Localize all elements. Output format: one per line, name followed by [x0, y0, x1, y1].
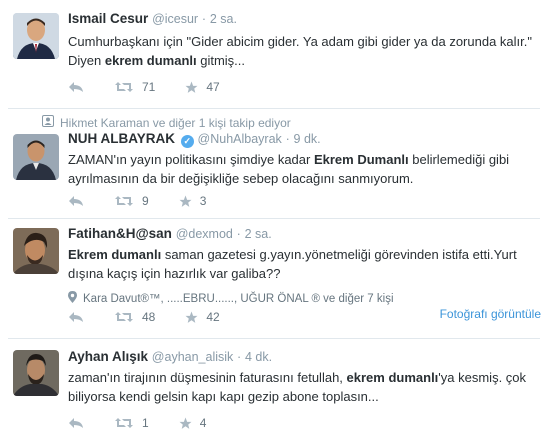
- separator-dot: ·: [201, 12, 207, 26]
- favorite-count: 4: [199, 416, 207, 430]
- location-pin-icon: [68, 291, 77, 306]
- keyword-highlight[interactable]: ekrem dumanlı: [105, 53, 197, 68]
- tweet-content: Fatihan&H@san @dexmod · 2 sa. Ekrem duma…: [68, 225, 541, 306]
- avatar-image: [13, 350, 59, 396]
- avatar-image: [13, 134, 59, 180]
- view-photo-link[interactable]: Fotoğrafı görüntüle: [440, 307, 541, 321]
- tweet-item[interactable]: Fatihan&H@san @dexmod · 2 sa. Ekrem duma…: [0, 218, 555, 338]
- divider: [8, 108, 540, 109]
- keyword-highlight[interactable]: ekrem dumanlı: [347, 370, 439, 385]
- tweet-header: Ismail Cesur @icesur · 2 sa.: [68, 10, 541, 28]
- user-handle[interactable]: @icesur: [152, 12, 198, 26]
- tweet-text: Ekrem dumanlı saman gazetesi g.yayın.yön…: [68, 245, 541, 283]
- favorite-button[interactable]: 42: [185, 310, 220, 324]
- star-icon: [185, 81, 198, 94]
- tweet-content: NUH ALBAYRAK ✓ @NuhAlbayrak · 9 dk. ZAMA…: [68, 130, 541, 188]
- favorite-button[interactable]: 47: [185, 80, 220, 94]
- reply-icon: [68, 311, 84, 323]
- user-handle[interactable]: @NuhAlbayrak: [198, 132, 282, 146]
- verified-badge-icon: ✓: [180, 135, 194, 148]
- tweet-header: NUH ALBAYRAK ✓ @NuhAlbayrak · 9 dk.: [68, 130, 541, 148]
- user-handle[interactable]: @ayhan_alisik: [152, 350, 233, 364]
- retweet-icon: [114, 195, 134, 207]
- mentioned-users[interactable]: Kara Davut®™, .....EBRU......, UĞUR ÖNAL…: [68, 291, 541, 306]
- separator-dot: ·: [285, 132, 290, 146]
- user-fullname[interactable]: Ismail Cesur: [68, 11, 148, 26]
- tweet-text: ZAMAN'ın yayın politikasını şimdiye kada…: [68, 150, 541, 188]
- retweet-count: 48: [142, 310, 156, 324]
- separator-dot: ·: [237, 350, 242, 364]
- tweet-actions: 48 42: [68, 310, 250, 324]
- separator-dot: ·: [236, 227, 241, 241]
- retweet-button[interactable]: 9: [114, 194, 149, 208]
- tweet-timestamp[interactable]: 4 dk.: [245, 350, 272, 364]
- tweet-item[interactable]: NUH ALBAYRAK ✓ @NuhAlbayrak · 9 dk. ZAMA…: [0, 110, 555, 218]
- tweet-content: Ismail Cesur @icesur · 2 sa. Cumhurbaşka…: [68, 10, 541, 70]
- tweet-text: Cumhurbaşkanı için "Gider abicim gider. …: [68, 32, 541, 70]
- retweet-count: 9: [142, 194, 149, 208]
- favorite-count: 42: [206, 310, 220, 324]
- tweet-text: zaman'ın tirajının düşmesinin faturasını…: [68, 368, 541, 406]
- favorite-count: 3: [199, 194, 207, 208]
- tweet-timestamp[interactable]: 2 sa.: [210, 12, 237, 26]
- tweet-actions: 9 3: [68, 194, 236, 208]
- retweet-count: 71: [142, 80, 156, 94]
- tweet-actions: 71 47: [68, 80, 250, 94]
- user-handle[interactable]: @dexmod: [176, 227, 233, 241]
- star-icon: [179, 417, 192, 430]
- avatar-image: [13, 13, 59, 59]
- user-fullname[interactable]: NUH ALBAYRAK: [68, 131, 175, 146]
- reply-button[interactable]: [68, 81, 84, 93]
- avatar[interactable]: [13, 228, 59, 274]
- retweet-count: 1: [142, 416, 149, 430]
- text-part: zaman'ın tirajının düşmesinin faturasını…: [68, 370, 347, 385]
- retweet-icon: [114, 417, 134, 429]
- reply-button[interactable]: [68, 195, 84, 207]
- favorite-button[interactable]: 4: [179, 416, 207, 430]
- tweet-content: Ayhan Alışık @ayhan_alisik · 4 dk. zaman…: [68, 348, 541, 406]
- tweet-header: Fatihan&H@san @dexmod · 2 sa.: [68, 225, 541, 243]
- avatar[interactable]: [13, 350, 59, 396]
- tweet-item[interactable]: Ayhan Alışık @ayhan_alisik · 4 dk. zaman…: [0, 338, 555, 437]
- user-fullname[interactable]: Fatihan&H@san: [68, 226, 172, 241]
- star-icon: [179, 195, 192, 208]
- tweet-actions: 1 4: [68, 416, 236, 430]
- text-part: ZAMAN'ın yayın politikasını şimdiye kada…: [68, 152, 314, 167]
- reply-button[interactable]: [68, 311, 84, 323]
- reply-icon: [68, 195, 84, 207]
- retweet-icon: [114, 81, 134, 93]
- avatar-image: [13, 228, 59, 274]
- tweet-item[interactable]: Ismail Cesur @icesur · 2 sa. Cumhurbaşka…: [0, 0, 555, 108]
- tweet-header: Ayhan Alışık @ayhan_alisik · 4 dk.: [68, 348, 541, 366]
- retweet-button[interactable]: 1: [114, 416, 149, 430]
- tweet-timestamp[interactable]: 9 dk.: [294, 132, 321, 146]
- user-fullname[interactable]: Ayhan Alışık: [68, 349, 148, 364]
- keyword-highlight[interactable]: Ekrem Dumanlı: [314, 152, 409, 167]
- favorite-count: 47: [206, 80, 220, 94]
- retweet-icon: [114, 311, 134, 323]
- avatar[interactable]: [13, 13, 59, 59]
- star-icon: [185, 311, 198, 324]
- favorite-button[interactable]: 3: [179, 194, 207, 208]
- text-part: gitmiş...: [196, 53, 246, 68]
- tweet-timestamp[interactable]: 2 sa.: [245, 227, 272, 241]
- reply-icon: [68, 81, 84, 93]
- avatar[interactable]: [13, 134, 59, 180]
- reply-button[interactable]: [68, 417, 84, 429]
- retweet-button[interactable]: 48: [114, 310, 155, 324]
- keyword-highlight[interactable]: Ekrem dumanlı: [68, 247, 161, 262]
- mentioned-users-text: Kara Davut®™, .....EBRU......, UĞUR ÖNAL…: [83, 292, 394, 305]
- retweet-button[interactable]: 71: [114, 80, 155, 94]
- reply-icon: [68, 417, 84, 429]
